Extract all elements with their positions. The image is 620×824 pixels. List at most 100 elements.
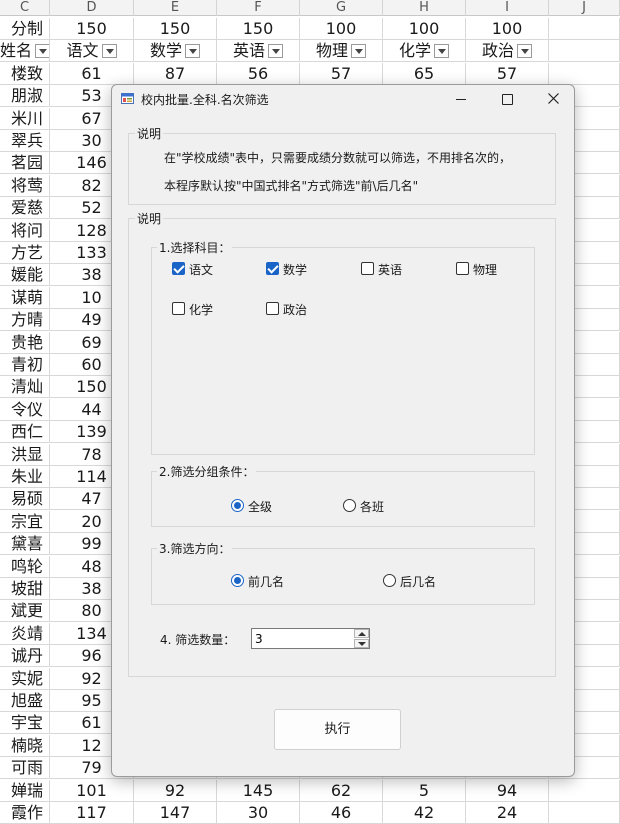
filter-dropdown-icon[interactable] — [185, 43, 200, 58]
column-header[interactable]: G — [300, 0, 383, 16]
table-cell[interactable]: 青初 — [0, 354, 50, 376]
table-cell[interactable]: 94 — [466, 779, 549, 802]
table-cell[interactable]: 宇宝 — [0, 712, 50, 735]
table-cell[interactable]: 56 — [217, 62, 300, 85]
table-cell[interactable]: 媛能 — [0, 264, 50, 287]
table-cell[interactable]: 将问 — [0, 219, 50, 242]
table-cell[interactable]: 政治 — [466, 40, 549, 63]
table-cell[interactable]: 62 — [300, 779, 383, 802]
table-cell[interactable]: 坡甜 — [0, 578, 50, 600]
radio-dot[interactable] — [231, 499, 244, 512]
table-cell[interactable]: 黛喜 — [0, 533, 50, 556]
radio-dot[interactable] — [231, 574, 244, 587]
table-cell[interactable]: 92 — [134, 779, 217, 802]
table-cell[interactable]: 炎靖 — [0, 622, 50, 645]
filter-dropdown-icon[interactable] — [434, 43, 449, 58]
table-cell[interactable]: 鸣轮 — [0, 555, 50, 578]
filter-dropdown-icon[interactable] — [101, 43, 117, 58]
table-cell[interactable]: 米川 — [0, 107, 50, 130]
table-cell[interactable]: 61 — [50, 62, 134, 85]
table-cell[interactable]: 87 — [134, 62, 217, 85]
checkbox-box[interactable] — [361, 262, 374, 275]
table-cell[interactable] — [549, 779, 620, 802]
table-cell[interactable]: 方艺 — [0, 242, 50, 264]
checkbox-box[interactable] — [266, 302, 279, 315]
table-cell[interactable]: 46 — [300, 802, 383, 824]
table-cell[interactable]: 57 — [300, 62, 383, 85]
table-cell[interactable]: 清灿 — [0, 376, 50, 399]
minimize-button[interactable] — [438, 85, 484, 113]
table-cell[interactable]: 语文 — [50, 40, 134, 63]
checkbox-box[interactable] — [266, 262, 279, 275]
table-cell[interactable]: 姓名 — [0, 40, 50, 63]
close-button[interactable] — [530, 85, 576, 113]
column-header[interactable]: C — [0, 0, 50, 16]
title-bar[interactable]: 校内批量.全科.名次筛选 — [112, 85, 574, 113]
filter-dropdown-icon[interactable] — [351, 43, 366, 58]
table-cell[interactable]: 宗宜 — [0, 510, 50, 533]
table-cell[interactable]: 100 — [466, 18, 549, 40]
table-cell[interactable]: 150 — [50, 18, 134, 40]
count-input[interactable] — [252, 629, 352, 648]
table-cell[interactable]: 楠晓 — [0, 734, 50, 757]
table-cell[interactable]: 方晴 — [0, 309, 50, 332]
count-stepper[interactable] — [251, 628, 370, 649]
checkbox-box[interactable] — [456, 262, 469, 275]
table-cell[interactable]: 57 — [466, 62, 549, 85]
table-cell[interactable]: 西仁 — [0, 421, 50, 444]
table-cell[interactable]: 100 — [383, 18, 466, 40]
table-cell[interactable]: 147 — [134, 802, 217, 824]
table-cell[interactable]: 翠兵 — [0, 130, 50, 152]
table-cell[interactable] — [549, 18, 620, 40]
column-header[interactable]: F — [217, 0, 300, 16]
table-cell[interactable]: 茗园 — [0, 152, 50, 175]
table-cell[interactable]: 洪显 — [0, 443, 50, 466]
column-header[interactable]: E — [134, 0, 217, 16]
table-cell[interactable] — [549, 40, 620, 63]
table-cell[interactable]: 分制 — [0, 18, 50, 40]
table-cell[interactable]: 朱业 — [0, 466, 50, 488]
table-cell[interactable] — [549, 802, 620, 824]
column-header[interactable]: H — [383, 0, 466, 16]
table-cell[interactable]: 实妮 — [0, 667, 50, 690]
execute-button[interactable]: 执行 — [274, 709, 401, 750]
table-cell[interactable]: 5 — [383, 779, 466, 802]
column-header[interactable]: I — [466, 0, 549, 16]
checkbox-box[interactable] — [172, 302, 185, 315]
table-cell[interactable]: 150 — [217, 18, 300, 40]
table-cell[interactable]: 150 — [134, 18, 217, 40]
table-cell[interactable]: 117 — [50, 802, 134, 824]
spin-down-icon[interactable] — [354, 639, 369, 648]
table-cell[interactable]: 谋萌 — [0, 286, 50, 309]
table-cell[interactable]: 物理 — [300, 40, 383, 63]
table-cell[interactable]: 旭盛 — [0, 690, 50, 712]
table-cell[interactable]: 易硕 — [0, 488, 50, 511]
table-cell[interactable]: 将莺 — [0, 174, 50, 197]
table-cell[interactable]: 诚丹 — [0, 645, 50, 668]
maximize-button[interactable] — [484, 85, 530, 113]
table-cell[interactable]: 数学 — [134, 40, 217, 63]
column-header[interactable]: J — [549, 0, 620, 16]
table-cell[interactable]: 100 — [300, 18, 383, 40]
table-cell[interactable]: 65 — [383, 62, 466, 85]
table-cell[interactable]: 化学 — [383, 40, 466, 63]
table-cell[interactable]: 145 — [217, 779, 300, 802]
table-cell[interactable]: 令仪 — [0, 398, 50, 421]
table-cell[interactable]: 30 — [217, 802, 300, 824]
column-header[interactable]: D — [50, 0, 134, 16]
table-cell[interactable]: 24 — [466, 802, 549, 824]
table-cell[interactable]: 42 — [383, 802, 466, 824]
table-cell[interactable] — [549, 62, 620, 85]
table-cell[interactable]: 斌更 — [0, 600, 50, 623]
table-cell[interactable]: 英语 — [217, 40, 300, 63]
radio-dot[interactable] — [383, 574, 396, 587]
checkbox-box[interactable] — [172, 262, 185, 275]
radio-dot[interactable] — [343, 499, 356, 512]
table-cell[interactable]: 楼致 — [0, 62, 50, 85]
spin-up-icon[interactable] — [354, 629, 369, 638]
table-cell[interactable]: 贵艳 — [0, 331, 50, 354]
table-cell[interactable]: 可雨 — [0, 757, 50, 780]
filter-dropdown-icon[interactable] — [517, 43, 532, 58]
table-cell[interactable]: 爱慈 — [0, 197, 50, 220]
filter-dropdown-icon[interactable] — [268, 43, 283, 58]
